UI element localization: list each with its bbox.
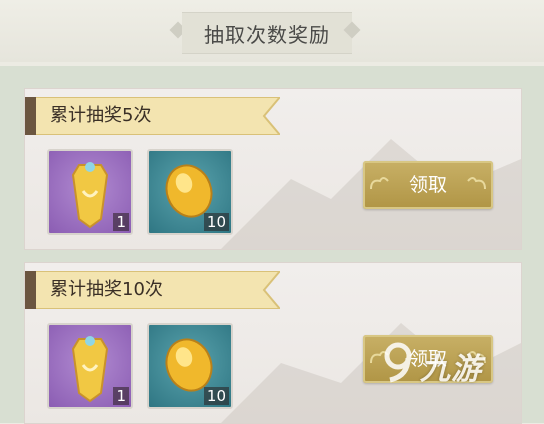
- cloud-ornament-icon: [370, 177, 389, 190]
- reward-item[interactable]: 10: [147, 149, 233, 235]
- watermark: 九游: [380, 340, 520, 390]
- item-count: 10: [203, 213, 229, 231]
- draw-count-label: 累计抽奖10次: [50, 279, 163, 300]
- header: 抽取次数奖励: [0, 0, 544, 62]
- reward-item[interactable]: 1: [47, 323, 133, 409]
- reward-item[interactable]: 1: [47, 149, 133, 235]
- page-title: 抽取次数奖励: [182, 12, 352, 54]
- reward-card: 累计抽奖5次 1 10 领取: [24, 88, 522, 250]
- watermark-text: 九游: [420, 352, 482, 387]
- item-count: 10: [203, 387, 229, 405]
- claim-button[interactable]: 领取: [363, 161, 493, 209]
- claim-label: 领取: [408, 174, 447, 196]
- nine-game-logo-icon: [384, 342, 412, 383]
- draw-count-label: 累计抽奖5次: [50, 105, 152, 126]
- ribbon-banner: 累计抽奖5次: [25, 97, 280, 135]
- item-count: 1: [113, 387, 129, 405]
- reward-item[interactable]: 10: [147, 323, 233, 409]
- item-count: 1: [113, 213, 129, 231]
- ribbon-banner: 累计抽奖10次: [25, 271, 280, 309]
- cloud-ornament-icon: [467, 177, 486, 190]
